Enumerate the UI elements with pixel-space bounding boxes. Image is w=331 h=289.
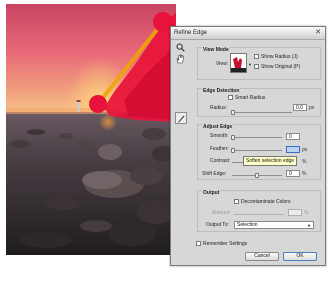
smart-radius-label: Smart Radius: [235, 95, 266, 101]
decontaminate-checkbox[interactable]: [234, 199, 239, 204]
amount-slider-track: [234, 214, 284, 215]
seascape-photo: [6, 4, 176, 255]
feather-unit: px: [302, 147, 308, 153]
output-heading: Output: [202, 190, 221, 196]
radius-unit: px: [309, 105, 315, 111]
shift-edge-field[interactable]: 0: [286, 170, 300, 177]
adjust-edge-heading: Adjust Edge: [202, 124, 234, 130]
dropdown-arrow-icon: ▼: [307, 223, 311, 228]
show-radius-label: Show Radius (J): [261, 54, 298, 60]
smooth-slider-knob[interactable]: [231, 135, 235, 140]
smooth-label: Smooth:: [210, 133, 229, 139]
output-to-value: Selection: [237, 222, 258, 228]
show-original-label: Show Original (P): [261, 64, 301, 70]
view-thumbnail-icon[interactable]: [230, 53, 247, 73]
refine-radius-brush-icon[interactable]: [175, 112, 187, 124]
dialog-titlebar[interactable]: Refine Edge ✕: [171, 27, 325, 40]
feather-slider-knob[interactable]: [231, 148, 235, 153]
view-mode-group: View Mode View: ▼ Show Radius (J) Show O…: [197, 47, 321, 80]
radius-slider-knob[interactable]: [231, 110, 235, 115]
smooth-field[interactable]: 0: [286, 133, 300, 140]
output-to-label: Output To:: [206, 222, 229, 228]
show-original-checkbox[interactable]: [254, 64, 259, 69]
view-mode-heading: View Mode: [202, 47, 230, 53]
dialog-title: Refine Edge: [174, 30, 208, 36]
hand-icon[interactable]: [175, 54, 186, 64]
radius-slider-track[interactable]: [232, 112, 292, 113]
amount-unit: %: [304, 210, 309, 216]
ok-button[interactable]: OK: [283, 252, 317, 261]
output-group: Output Decontaminate Colors Amount: % Ou…: [197, 190, 321, 232]
edge-detection-group: Edge Detection Smart Radius Radius: 0.0 …: [197, 88, 321, 117]
feather-label: Feather:: [210, 146, 229, 152]
show-radius-checkbox[interactable]: [254, 54, 259, 59]
smart-radius-checkbox[interactable]: [228, 95, 233, 100]
contrast-label: Contrast:: [210, 158, 231, 164]
radius-field[interactable]: 0.0: [293, 104, 307, 111]
shift-edge-unit: %: [302, 171, 307, 177]
feather-field[interactable]: [286, 146, 300, 153]
amount-label: Amount:: [212, 210, 231, 216]
feather-tooltip: Soften selection edge: [243, 156, 298, 166]
shift-edge-label: Shift Edge:: [202, 171, 227, 177]
edge-detection-heading: Edge Detection: [202, 88, 241, 94]
remember-settings-label: Remember Settings: [203, 241, 248, 247]
refine-edge-dialog: Refine Edge ✕ View Mode View: ▼ Show Rad…: [170, 26, 326, 266]
tool-column: [175, 42, 191, 126]
close-icon[interactable]: ✕: [314, 29, 322, 37]
shift-edge-slider-knob[interactable]: [255, 173, 259, 178]
adjust-edge-group: Adjust Edge Smooth: 0 Feather: px Contra…: [197, 124, 321, 180]
contrast-unit: %: [302, 159, 307, 165]
remember-settings-checkbox[interactable]: [196, 241, 201, 246]
smooth-slider-track[interactable]: [232, 137, 282, 138]
output-to-select[interactable]: Selection ▼: [234, 221, 314, 229]
decontaminate-label: Decontaminate Colors: [241, 199, 291, 205]
cancel-button[interactable]: Cancel: [245, 252, 279, 261]
view-label: View:: [216, 61, 229, 67]
dropdown-arrow-icon[interactable]: ▼: [248, 62, 252, 67]
zoom-icon[interactable]: [175, 42, 186, 52]
photo-canvas[interactable]: [6, 4, 176, 255]
radius-label: Radius:: [210, 105, 227, 111]
amount-field: [288, 209, 302, 216]
feather-slider-track[interactable]: [232, 150, 282, 151]
